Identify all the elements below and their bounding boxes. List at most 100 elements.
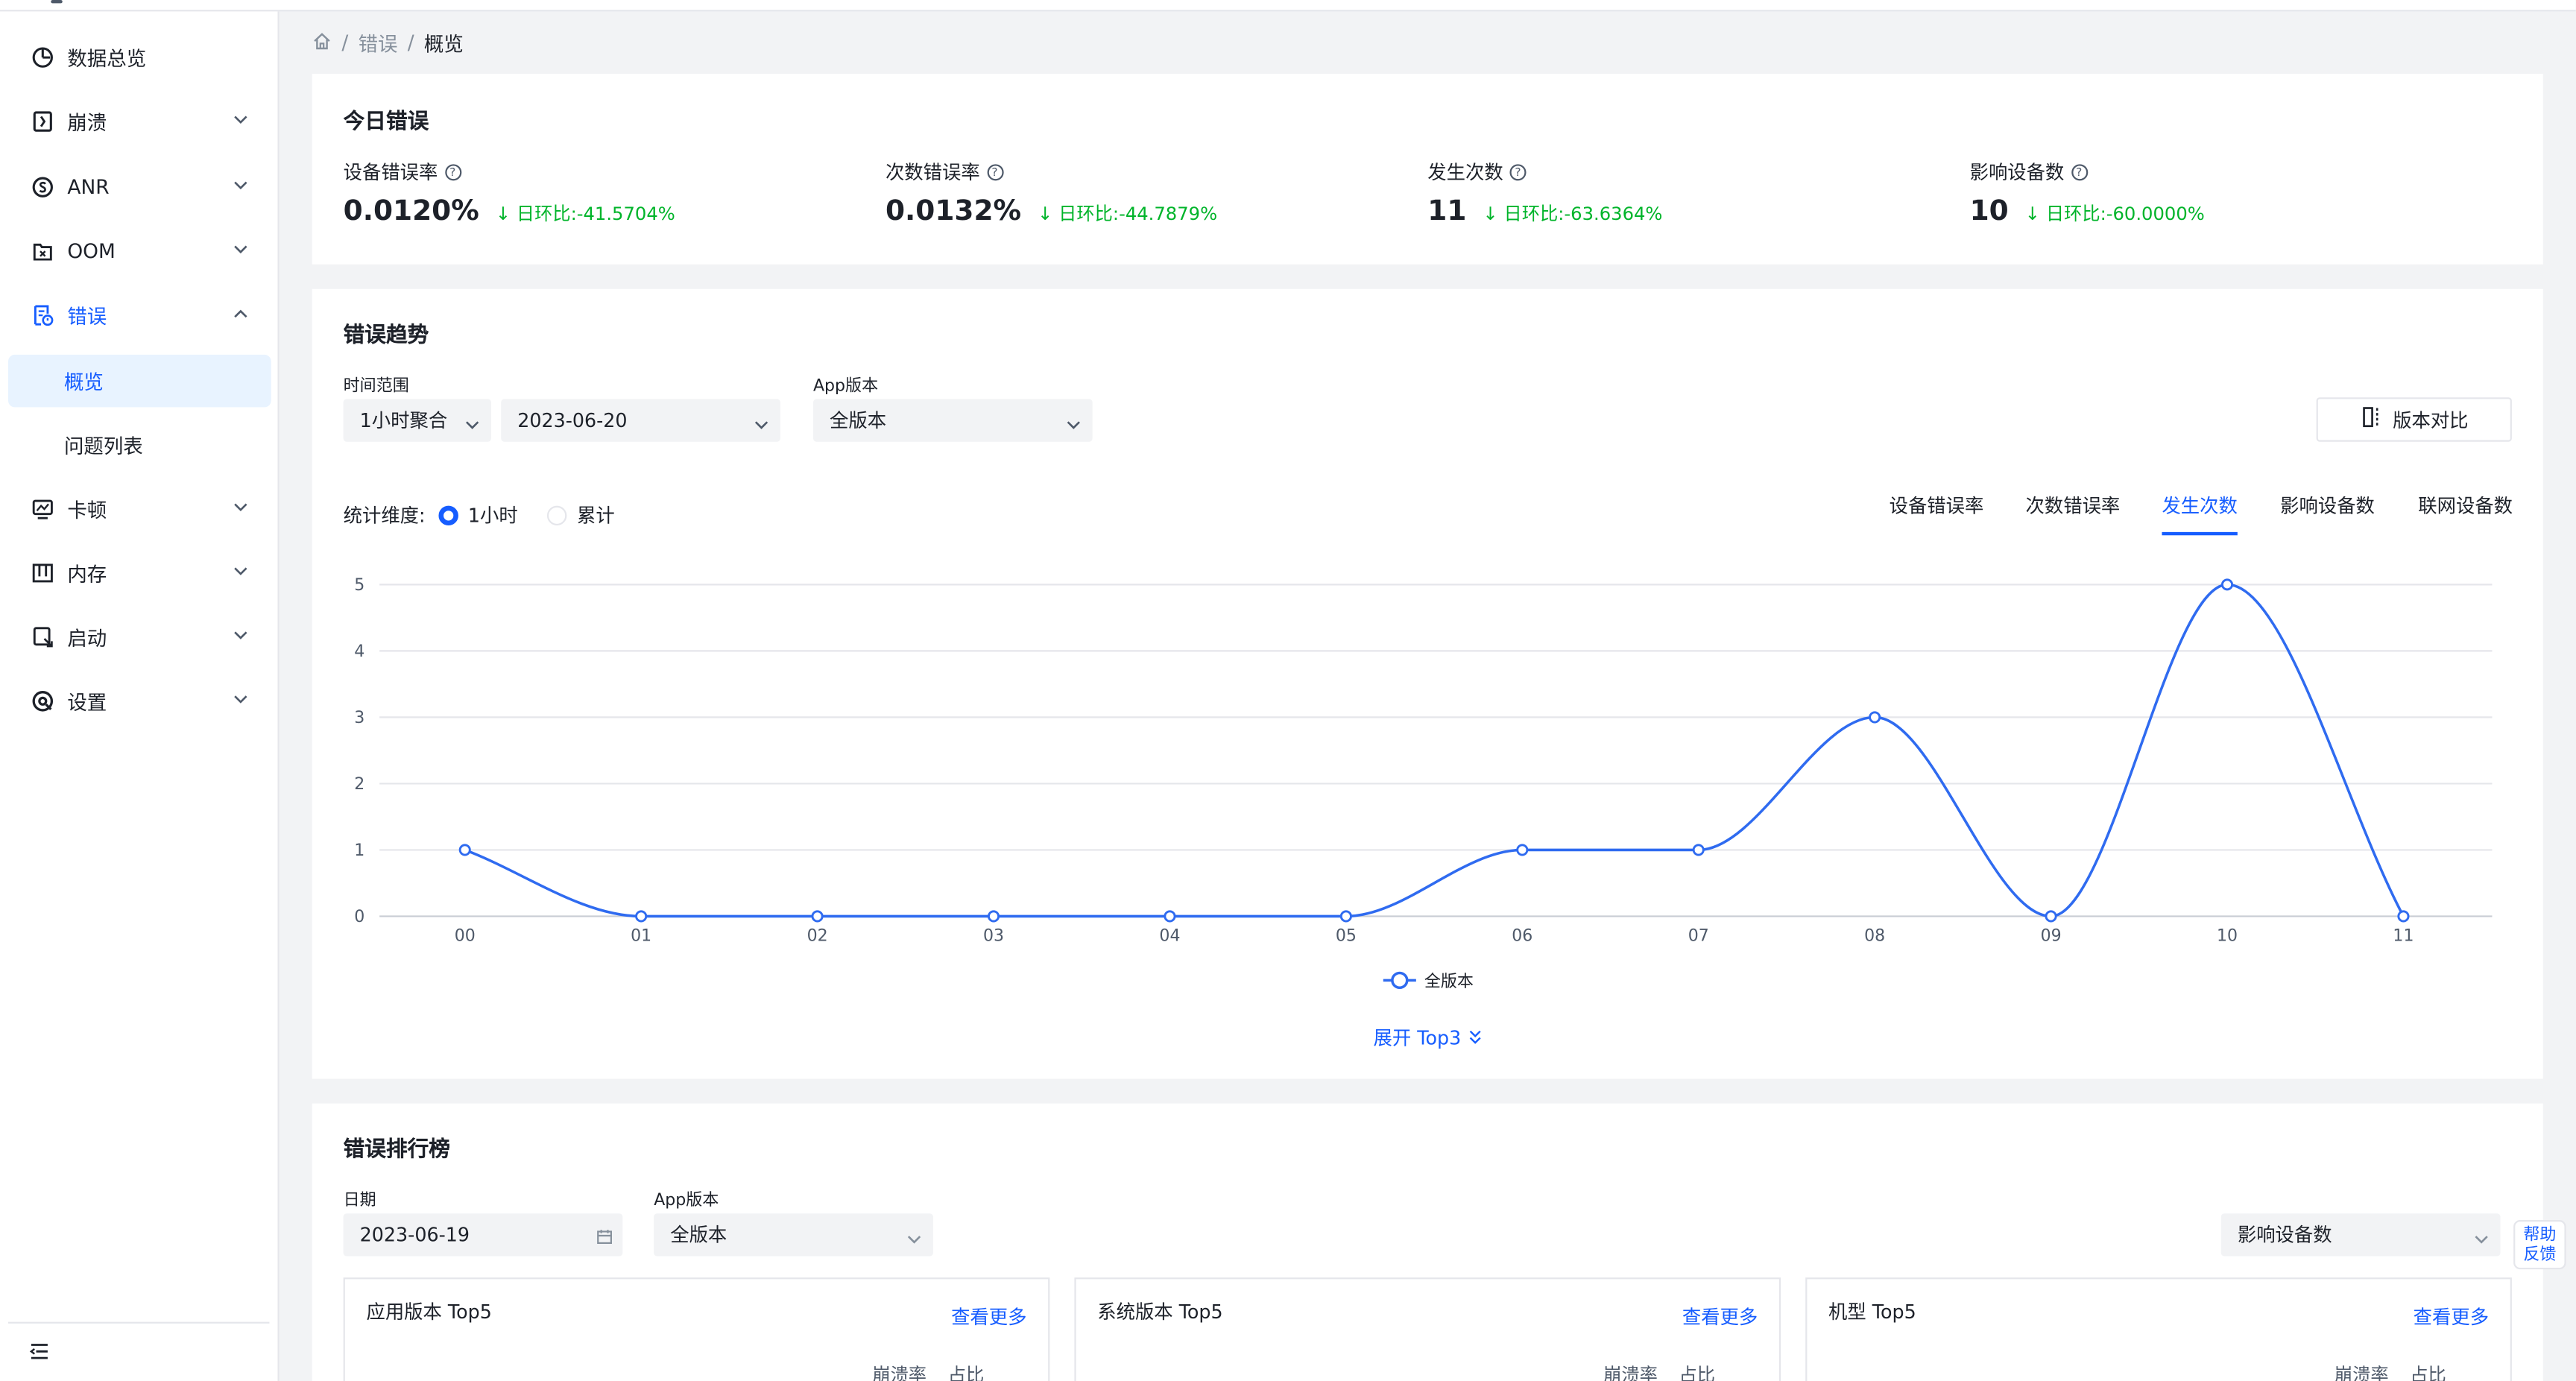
app-version-select[interactable]: 全版本 <box>812 399 1093 442</box>
aggregation-select[interactable]: 1小时聚合 <box>343 399 491 442</box>
launch-icon <box>31 625 54 648</box>
memory-bars-icon <box>31 562 54 585</box>
stat-device-error-rate: 设备错误率? 0.0120% ↓ 日环比:-41.5704% <box>343 159 675 229</box>
tab-count-error-rate[interactable]: 次数错误率 <box>2026 493 2121 519</box>
chevron-down-icon <box>754 412 768 429</box>
time-range-label: 时间范围 <box>343 377 409 396</box>
error-file-icon <box>31 304 54 327</box>
stat-change-text: 日环比:-63.6364% <box>1503 203 1663 225</box>
sidebar-item-settings[interactable]: 设置 <box>8 675 271 728</box>
breadcrumb-separator: / <box>341 31 349 54</box>
sidebar-item-label: 错误 <box>67 304 107 328</box>
dimension-selector: 统计维度: 1小时 累计 <box>344 502 615 528</box>
sidebar-item-lag[interactable]: 卡顿 <box>8 483 271 536</box>
column-header-ratio: 占比 <box>947 1364 985 1381</box>
radio-cumulative-label[interactable]: 累计 <box>577 502 615 528</box>
ranking-metric-select[interactable]: 影响设备数 <box>2220 1213 2501 1257</box>
collapse-sidebar-icon[interactable] <box>28 1339 51 1362</box>
tab-online-devices[interactable]: 联网设备数 <box>2418 493 2513 519</box>
date-select[interactable]: 2023-06-20 <box>501 399 780 442</box>
sidebar-item-label: OOM <box>67 239 116 263</box>
view-more-link[interactable]: 查看更多 <box>951 1303 1026 1330</box>
question-icon[interactable]: ? <box>986 164 1003 181</box>
breadcrumb-separator: / <box>407 31 414 54</box>
question-icon[interactable]: ? <box>444 164 461 181</box>
tab-occurrences[interactable]: 发生次数 <box>2162 493 2238 536</box>
stat-affected-devices: 影响设备数? 10 ↓ 日环比:-60.0000% <box>1969 159 2205 229</box>
compare-icon <box>2360 405 2383 433</box>
sidebar-item-launch[interactable]: 启动 <box>8 611 271 664</box>
sidebar-item-label: 数据总览 <box>67 46 147 70</box>
sidebar-item-overview[interactable]: 数据总览 <box>8 31 271 84</box>
breadcrumb-item-error[interactable]: 错误 <box>359 29 398 57</box>
sidebar-item-memory[interactable]: 内存 <box>8 547 271 600</box>
ranking-date-label: 日期 <box>343 1192 376 1210</box>
tab-device-error-rate[interactable]: 设备错误率 <box>1890 493 1984 519</box>
view-more-link[interactable]: 查看更多 <box>1682 1303 1758 1330</box>
dimension-label: 统计维度: <box>343 504 426 528</box>
stat-label: 设备错误率 <box>343 160 438 184</box>
sidebar-subitem-issue-list[interactable]: 问题列表 <box>8 419 271 472</box>
radio-cumulative[interactable] <box>547 505 567 526</box>
chevron-down-icon <box>232 179 248 195</box>
device-model-top5-card: 机型 Top5 查看更多 崩溃率 占比 <box>1805 1277 2512 1381</box>
sidebar-item-label: 设置 <box>67 690 107 714</box>
ranking-date-value: 2023-06-19 <box>359 1223 470 1247</box>
stat-value: 0.0132% <box>885 195 1022 229</box>
expand-top3-link[interactable]: 展开 Top3 <box>1374 1025 1483 1051</box>
expand-top3-label: 展开 Top3 <box>1373 1026 1462 1049</box>
tab-affected-devices[interactable]: 影响设备数 <box>2280 493 2375 519</box>
radio-1hour-label[interactable]: 1小时 <box>468 502 518 528</box>
app-version-value: 全版本 <box>830 408 887 432</box>
sub-card-title: 机型 Top5 <box>1828 1301 1916 1324</box>
date-value: 2023-06-20 <box>517 408 628 432</box>
radio-1hour[interactable] <box>438 505 458 526</box>
ranking-app-version-select[interactable]: 全版本 <box>654 1213 933 1257</box>
oom-file-icon <box>31 240 54 263</box>
home-icon[interactable] <box>312 31 332 55</box>
arrow-down-icon: ↓ <box>495 203 517 225</box>
aggregation-value: 1小时聚合 <box>359 408 448 432</box>
stat-value: 11 <box>1427 195 1467 229</box>
chevron-down-icon <box>232 629 248 645</box>
sidebar-item-oom[interactable]: OOM <box>8 225 271 278</box>
help-line2: 反馈 <box>2523 1246 2557 1265</box>
view-more-link[interactable]: 查看更多 <box>2414 1303 2489 1330</box>
column-header-crash-rate: 崩溃率 <box>2334 1364 2389 1381</box>
arrow-down-icon: ↓ <box>2024 203 2046 225</box>
error-trend-title: 错误趋势 <box>343 323 429 349</box>
sidebar-item-anr[interactable]: ANR <box>8 161 271 214</box>
question-icon[interactable]: ? <box>2071 164 2088 181</box>
version-compare-button[interactable]: 版本对比 <box>2316 397 2512 442</box>
chevron-down-icon <box>232 565 248 581</box>
crash-file-icon <box>31 110 54 133</box>
sidebar-item-error[interactable]: 错误 <box>8 289 271 342</box>
stat-value: 10 <box>1969 195 2009 229</box>
sidebar: 数据总览 崩溃 ANR OOM 错误 概览 问题列表 卡顿 内存 启动 设置 <box>0 11 280 1381</box>
sidebar-item-label: 崩溃 <box>67 110 107 134</box>
chevron-down-icon <box>232 501 248 517</box>
stat-change: ↓ 日环比:-60.0000% <box>2025 200 2205 227</box>
chevron-down-icon <box>465 412 479 429</box>
sidebar-item-crash[interactable]: 崩溃 <box>8 95 271 148</box>
version-compare-label: 版本对比 <box>2393 408 2469 432</box>
sidebar-item-label: 启动 <box>67 626 107 650</box>
column-header-ratio: 占比 <box>1679 1364 1715 1381</box>
chevron-down-icon <box>1066 412 1080 429</box>
ranking-date-picker[interactable]: 2023-06-19 <box>343 1213 623 1257</box>
sidebar-subitem-overview[interactable]: 概览 <box>8 354 271 408</box>
column-header-crash-rate: 崩溃率 <box>872 1364 927 1381</box>
error-ranking-title: 错误排行榜 <box>343 1137 450 1163</box>
chevron-down-icon <box>907 1227 921 1244</box>
column-header-crash-rate: 崩溃率 <box>1603 1364 1658 1381</box>
ranking-app-version-value: 全版本 <box>670 1223 727 1247</box>
stat-value: 0.0120% <box>343 195 479 229</box>
question-icon[interactable]: ? <box>1509 164 1527 181</box>
stat-change: ↓ 日环比:-41.5704% <box>496 200 675 227</box>
ranking-app-version-label: App版本 <box>654 1192 719 1210</box>
help-feedback-button[interactable]: 帮助 反馈 <box>2513 1220 2566 1270</box>
help-line1: 帮助 <box>2523 1226 2557 1245</box>
sidebar-item-label: 卡顿 <box>67 498 107 522</box>
today-errors-title: 今日错误 <box>343 110 429 135</box>
calendar-icon <box>596 1227 612 1244</box>
